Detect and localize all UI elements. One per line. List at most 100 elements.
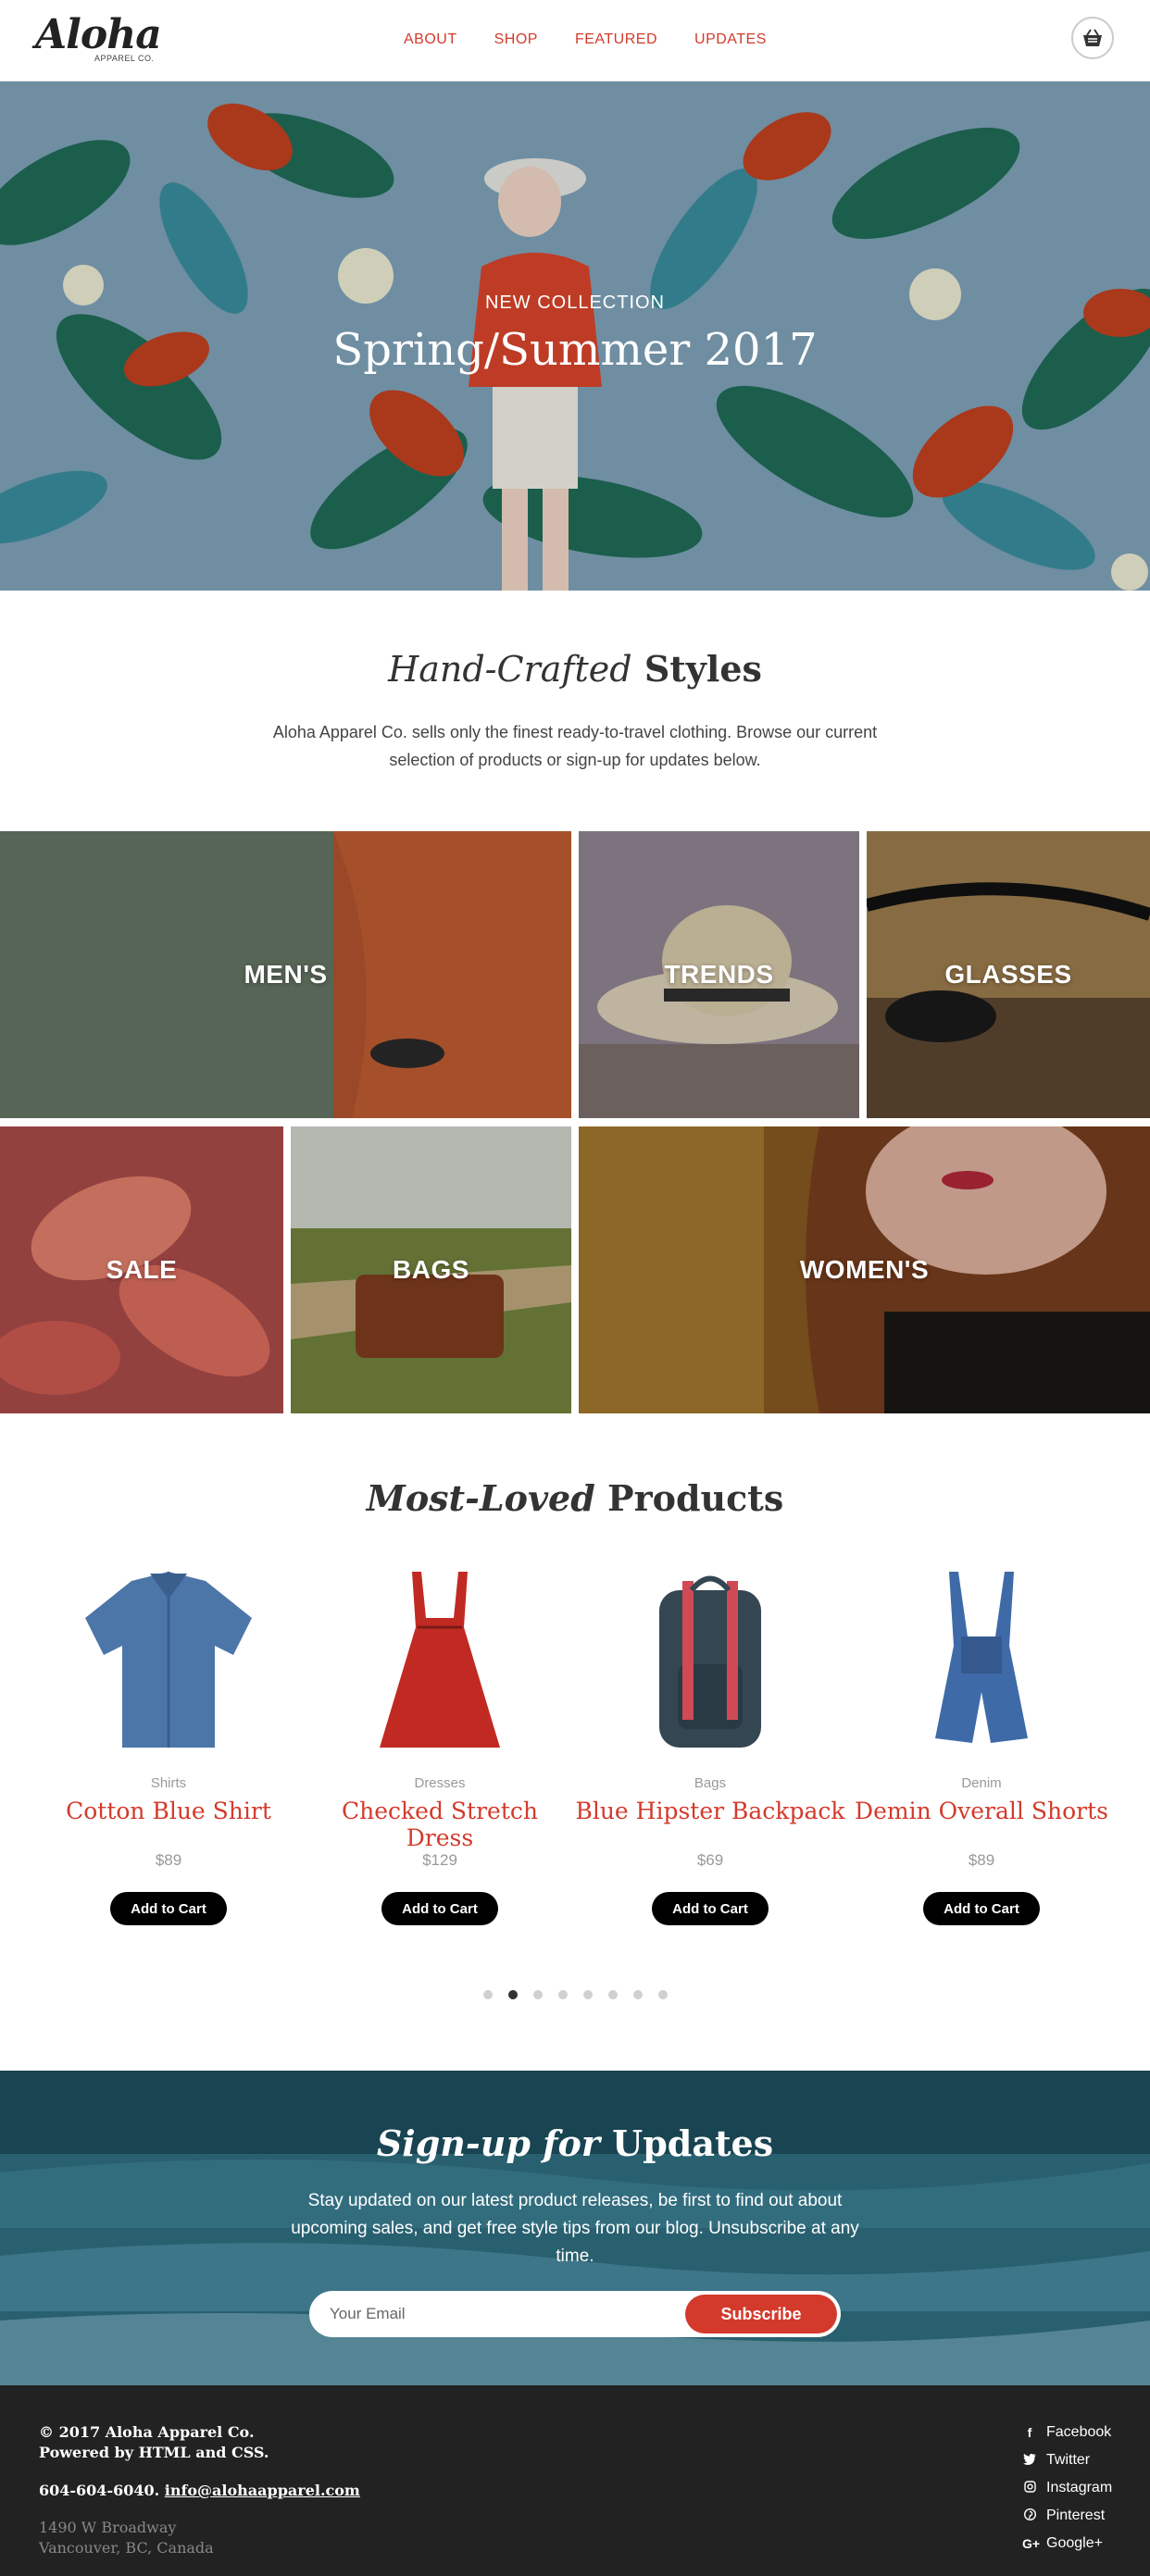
carousel-dot[interactable] [582,1990,593,1999]
category-label-glasses: GLASSES [944,960,1072,989]
social-link-pinterest[interactable]: Pinterest [1022,2502,1112,2530]
products-heading-italic: Most-Loved [366,1477,595,1519]
category-label-sale: SALE [106,1255,178,1284]
social-label: Pinterest [1046,2508,1106,2523]
signup-section: Sign-up for Updates Stay updated on our … [0,2071,1150,2385]
social-link-instagram[interactable]: Instagram [1022,2474,1112,2502]
carousel-dot[interactable] [657,1990,668,1999]
footer-info: © 2017 Aloha Apparel Co. Powered by HTML… [39,2422,360,2558]
footer-powered: Powered by HTML and CSS. [39,2444,269,2461]
product-card: Denim Demin Overall Shorts $89 Add to Ca… [846,1555,1117,1944]
footer-address-line1: 1490 W Broadway [39,2519,177,2536]
intro-heading-italic: Hand-Crafted [388,649,632,690]
category-label-mens: MEN'S [244,960,328,989]
social-label: Facebook [1046,2424,1112,2440]
carousel-dot[interactable] [607,1990,618,1999]
carousel-dot[interactable] [632,1990,643,1999]
social-link-twitter[interactable]: Twitter [1022,2446,1112,2474]
carousel-dot-active[interactable] [507,1990,518,1999]
carousel-dot[interactable] [532,1990,543,1999]
product-category: Shirts [150,1775,187,1791]
site-footer: © 2017 Aloha Apparel Co. Powered by HTML… [0,2385,1150,2576]
add-to-cart-button[interactable]: Add to Cart [923,1892,1040,1925]
add-to-cart-button[interactable]: Add to Cart [381,1892,498,1925]
product-price: $89 [155,1851,182,1869]
product-category: Denim [961,1775,1002,1791]
brand-logo[interactable]: Aloha APPAREL CO. [35,11,162,68]
hero-eyebrow: NEW COLLECTION [484,292,666,313]
category-label-bags: BAGS [393,1255,469,1284]
intro-heading-bold: Styles [644,648,762,690]
social-label: Google+ [1046,2535,1103,2551]
product-name[interactable]: Checked Stretch Dress [305,1798,575,1851]
product-card: Bags Blue Hipster Backpack $69 Add to Ca… [575,1555,845,1944]
product-price: $69 [696,1851,724,1869]
product-image-overalls[interactable] [880,1562,1083,1757]
product-category: Bags [694,1775,727,1791]
nav-featured[interactable]: FEATURED [575,31,657,48]
signup-heading-italic: Sign-up for [376,2122,600,2164]
social-link-google-plus[interactable]: G+ Google+ [1022,2530,1112,2557]
product-price: $89 [968,1851,995,1869]
product-name[interactable]: Demin Overall Shorts [846,1798,1117,1824]
carousel-dot[interactable] [482,1990,493,1999]
pinterest-icon [1022,2508,1037,2523]
category-label-trends: TRENDS [664,960,774,989]
signup-form: Subscribe [309,2291,841,2337]
product-card: Dresses Checked Stretch Dress $129 Add t… [305,1555,575,1944]
products-heading-bold: Products [607,1477,784,1519]
product-image-dress[interactable] [338,1562,542,1757]
brand-name: Aloha [35,11,162,58]
intro-heading: Hand-Crafted Styles [0,648,1150,690]
main-nav: ABOUT SHOP FEATURED UPDATES [404,31,767,48]
hero-banner: NEW COLLECTION Spring/Summer 2017 [0,81,1150,591]
products-heading: Most-Loved Products [0,1477,1150,1519]
footer-contact: 604-604-6040. info@alohaapparel.com [39,2482,360,2499]
category-tile-bags[interactable]: BAGS [291,1126,571,1413]
social-label: Instagram [1046,2480,1113,2495]
carousel-dots [0,1990,1150,1999]
footer-address: 1490 W Broadway Vancouver, BC, Canada [39,2518,360,2558]
facebook-icon: f [1027,2425,1032,2440]
category-tile-mens[interactable]: MEN'S [0,831,571,1118]
signup-description: Stay updated on our latest product relea… [291,2191,859,2266]
product-image-backpack[interactable] [608,1562,812,1757]
google-plus-icon: G+ [1022,2536,1041,2551]
social-link-facebook[interactable]: f Facebook [1022,2419,1112,2446]
nav-updates[interactable]: UPDATES [694,31,767,48]
signup-heading-bold: Updates [612,2122,774,2164]
category-tile-sale[interactable]: SALE [0,1126,283,1413]
footer-copyright-block: © 2017 Aloha Apparel Co. Powered by HTML… [39,2422,360,2463]
nav-about[interactable]: ABOUT [404,31,457,48]
carousel-dot[interactable] [557,1990,568,1999]
brand-subtitle: APPAREL CO. [94,54,155,63]
social-links: f Facebook Twitter Instagram Pinterest G… [1022,2419,1112,2557]
signup-heading: Sign-up for Updates [0,2122,1150,2164]
instagram-icon [1022,2481,1037,2495]
social-label: Twitter [1046,2452,1091,2468]
add-to-cart-button[interactable]: Add to Cart [110,1892,227,1925]
subscribe-button[interactable]: Subscribe [685,2295,837,2333]
email-input[interactable] [330,2291,663,2337]
basket-icon [1083,29,1102,46]
product-category: Dresses [414,1775,466,1791]
category-label-womens: WOMEN'S [799,1255,930,1284]
add-to-cart-button[interactable]: Add to Cart [652,1892,769,1925]
category-tile-womens[interactable]: WOMEN'S [579,1126,1150,1413]
twitter-icon [1022,2453,1037,2468]
cart-button[interactable] [1071,17,1114,59]
nav-shop[interactable]: SHOP [494,31,538,48]
product-image-shirt[interactable] [67,1562,270,1757]
product-price: $129 [422,1851,457,1869]
footer-phone: 604-604-6040. [39,2482,160,2499]
footer-email-link[interactable]: info@alohaapparel.com [165,2482,360,2499]
category-tile-glasses[interactable]: GLASSES [867,831,1150,1118]
footer-copyright: © 2017 Aloha Apparel Co. [39,2423,255,2441]
intro-description: Aloha Apparel Co. sells only the finest … [272,723,878,769]
category-tile-trends[interactable]: TRENDS [579,831,859,1118]
product-card: Shirts Cotton Blue Shirt $89 Add to Cart [33,1555,304,1944]
product-name[interactable]: Blue Hipster Backpack [575,1798,845,1824]
site-header: Aloha APPAREL CO. ABOUT SHOP FEATURED UP… [0,0,1150,81]
product-name[interactable]: Cotton Blue Shirt [33,1798,304,1824]
hero-title: Spring/Summer 2017 [332,324,818,376]
